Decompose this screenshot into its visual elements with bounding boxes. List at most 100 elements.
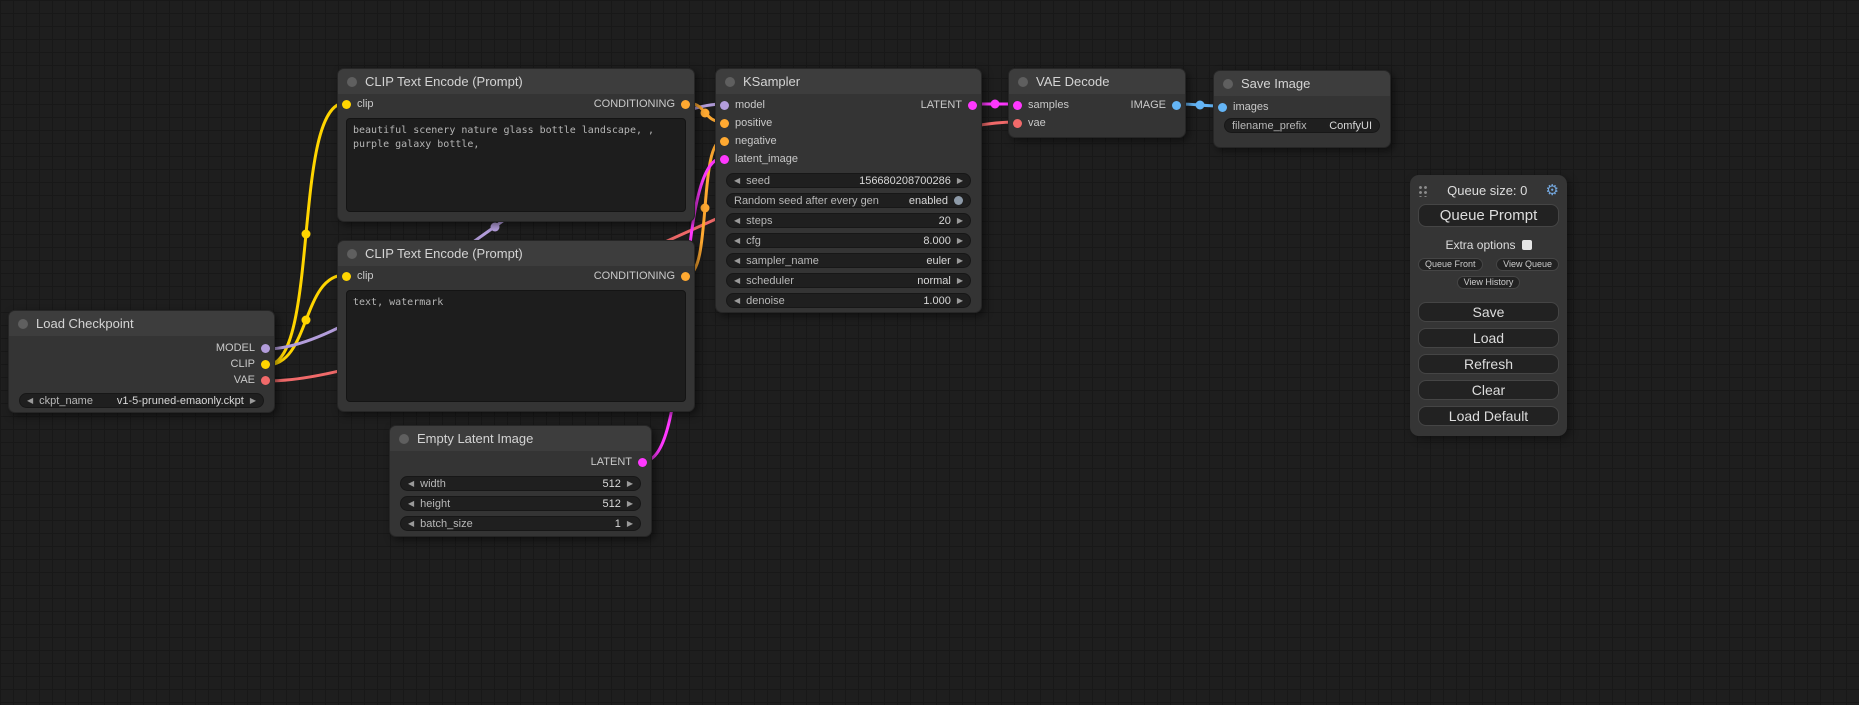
seed-widget[interactable]: ◀ seed 156680208700286 ▶ xyxy=(726,173,971,188)
input-port-latent-image[interactable] xyxy=(720,155,729,164)
decrement-icon[interactable]: ◀ xyxy=(734,277,740,285)
output-port-image[interactable] xyxy=(1172,101,1181,110)
cfg-widget[interactable]: ◀ cfg 8.000 ▶ xyxy=(726,233,971,248)
collapse-dot-icon[interactable] xyxy=(725,77,735,87)
ckpt-name-widget[interactable]: ◀ ckpt_name v1-5-pruned-emaonly.ckpt ▶ xyxy=(19,393,264,408)
link-midpoint-dot xyxy=(491,223,500,232)
prompt-textarea[interactable]: text, watermark xyxy=(346,290,686,402)
clear-button[interactable]: Clear xyxy=(1418,380,1559,400)
increment-icon[interactable]: ▶ xyxy=(627,480,633,488)
input-port-model[interactable] xyxy=(720,101,729,110)
sampler-name-widget[interactable]: ◀ sampler_name euler ▶ xyxy=(726,253,971,268)
input-label: clip xyxy=(357,98,374,110)
output-label: CONDITIONING xyxy=(594,98,675,110)
output-port-clip[interactable] xyxy=(261,360,270,369)
queue-front-button[interactable]: Queue Front xyxy=(1418,258,1483,271)
node-load-checkpoint[interactable]: Load Checkpoint MODEL CLIP VAE ◀ ckpt_na… xyxy=(8,310,275,413)
input-port-images[interactable] xyxy=(1218,103,1227,112)
widget-value: 512 xyxy=(602,498,620,510)
widget-value: euler xyxy=(926,255,950,267)
widget-label: height xyxy=(420,498,450,510)
queue-prompt-button[interactable]: Queue Prompt xyxy=(1418,204,1559,227)
widget-label: cfg xyxy=(746,235,761,247)
increment-icon[interactable]: ▶ xyxy=(627,520,633,528)
input-port-negative[interactable] xyxy=(720,137,729,146)
input-label: positive xyxy=(735,117,772,129)
input-port-vae[interactable] xyxy=(1013,119,1022,128)
output-port-conditioning[interactable] xyxy=(681,100,690,109)
widget-value: normal xyxy=(917,275,951,287)
extra-options-checkbox[interactable] xyxy=(1522,240,1532,250)
node-empty-latent-image[interactable]: Empty Latent Image LATENT ◀ width 512 ▶ … xyxy=(389,425,652,537)
widget-value: 8.000 xyxy=(923,235,951,247)
input-port-samples[interactable] xyxy=(1013,101,1022,110)
input-label: model xyxy=(735,99,765,111)
decrement-icon[interactable]: ◀ xyxy=(408,520,414,528)
increment-icon[interactable]: ▶ xyxy=(957,297,963,305)
output-port-vae[interactable] xyxy=(261,376,270,385)
steps-widget[interactable]: ◀ steps 20 ▶ xyxy=(726,213,971,228)
load-default-button[interactable]: Load Default xyxy=(1418,406,1559,426)
decrement-icon[interactable]: ◀ xyxy=(734,217,740,225)
view-history-button[interactable]: View History xyxy=(1457,276,1521,289)
widget-value: 156680208700286 xyxy=(859,175,951,187)
decrement-icon[interactable]: ◀ xyxy=(27,397,33,405)
collapse-dot-icon[interactable] xyxy=(1018,77,1028,87)
increment-icon[interactable]: ▶ xyxy=(250,397,256,405)
decrement-icon[interactable]: ◀ xyxy=(734,257,740,265)
scheduler-widget[interactable]: ◀ scheduler normal ▶ xyxy=(726,273,971,288)
increment-icon[interactable]: ▶ xyxy=(957,237,963,245)
input-label: latent_image xyxy=(735,153,798,165)
input-label: images xyxy=(1233,101,1268,113)
decrement-icon[interactable]: ◀ xyxy=(734,237,740,245)
output-port-latent[interactable] xyxy=(968,101,977,110)
increment-icon[interactable]: ▶ xyxy=(957,217,963,225)
increment-icon[interactable]: ▶ xyxy=(957,277,963,285)
link-midpoint-dot xyxy=(302,230,311,239)
link-midpoint-dot xyxy=(701,204,710,213)
output-port-model[interactable] xyxy=(261,344,270,353)
node-save-image[interactable]: Save Image images filename_prefix ComfyU… xyxy=(1213,70,1391,148)
increment-icon[interactable]: ▶ xyxy=(627,500,633,508)
collapse-dot-icon[interactable] xyxy=(347,77,357,87)
node-vae-decode[interactable]: VAE Decode IMAGE samples vae xyxy=(1008,68,1186,138)
decrement-icon[interactable]: ◀ xyxy=(408,500,414,508)
node-clip-text-encode-negative[interactable]: CLIP Text Encode (Prompt) clip CONDITION… xyxy=(337,240,695,412)
menu-drag-handle-icon[interactable] xyxy=(1418,184,1429,197)
collapse-dot-icon[interactable] xyxy=(1223,79,1233,89)
widget-value: 1.000 xyxy=(923,295,951,307)
node-ksampler[interactable]: KSampler LATENT model positive negative … xyxy=(715,68,982,313)
refresh-button[interactable]: Refresh xyxy=(1418,354,1559,374)
prompt-textarea[interactable]: beautiful scenery nature glass bottle la… xyxy=(346,118,686,212)
input-port-clip[interactable] xyxy=(342,100,351,109)
collapse-dot-icon[interactable] xyxy=(18,319,28,329)
view-queue-button[interactable]: View Queue xyxy=(1496,258,1559,271)
collapse-dot-icon[interactable] xyxy=(399,434,409,444)
collapse-dot-icon[interactable] xyxy=(347,249,357,259)
save-button[interactable]: Save xyxy=(1418,302,1559,322)
toggle-icon[interactable] xyxy=(954,196,963,205)
output-label: VAE xyxy=(234,374,255,386)
height-widget[interactable]: ◀ height 512 ▶ xyxy=(400,496,641,511)
link-midpoint-dot xyxy=(701,109,710,118)
output-port-latent[interactable] xyxy=(638,458,647,467)
filename-prefix-widget[interactable]: filename_prefix ComfyUI xyxy=(1224,118,1380,133)
load-button[interactable]: Load xyxy=(1418,328,1559,348)
decrement-icon[interactable]: ◀ xyxy=(734,297,740,305)
node-clip-text-encode-positive[interactable]: CLIP Text Encode (Prompt) clip CONDITION… xyxy=(337,68,695,222)
input-port-positive[interactable] xyxy=(720,119,729,128)
denoise-widget[interactable]: ◀ denoise 1.000 ▶ xyxy=(726,293,971,308)
settings-gear-icon[interactable]: ⚙ xyxy=(1546,183,1559,198)
width-widget[interactable]: ◀ width 512 ▶ xyxy=(400,476,641,491)
output-port-conditioning[interactable] xyxy=(681,272,690,281)
output-label: LATENT xyxy=(591,456,632,468)
batch-size-widget[interactable]: ◀ batch_size 1 ▶ xyxy=(400,516,641,531)
input-port-clip[interactable] xyxy=(342,272,351,281)
node-title-bar: Save Image xyxy=(1214,71,1390,96)
node-title: VAE Decode xyxy=(1036,74,1109,89)
increment-icon[interactable]: ▶ xyxy=(957,177,963,185)
increment-icon[interactable]: ▶ xyxy=(957,257,963,265)
random-seed-toggle-widget[interactable]: Random seed after every gen enabled xyxy=(726,193,971,208)
decrement-icon[interactable]: ◀ xyxy=(408,480,414,488)
decrement-icon[interactable]: ◀ xyxy=(734,177,740,185)
